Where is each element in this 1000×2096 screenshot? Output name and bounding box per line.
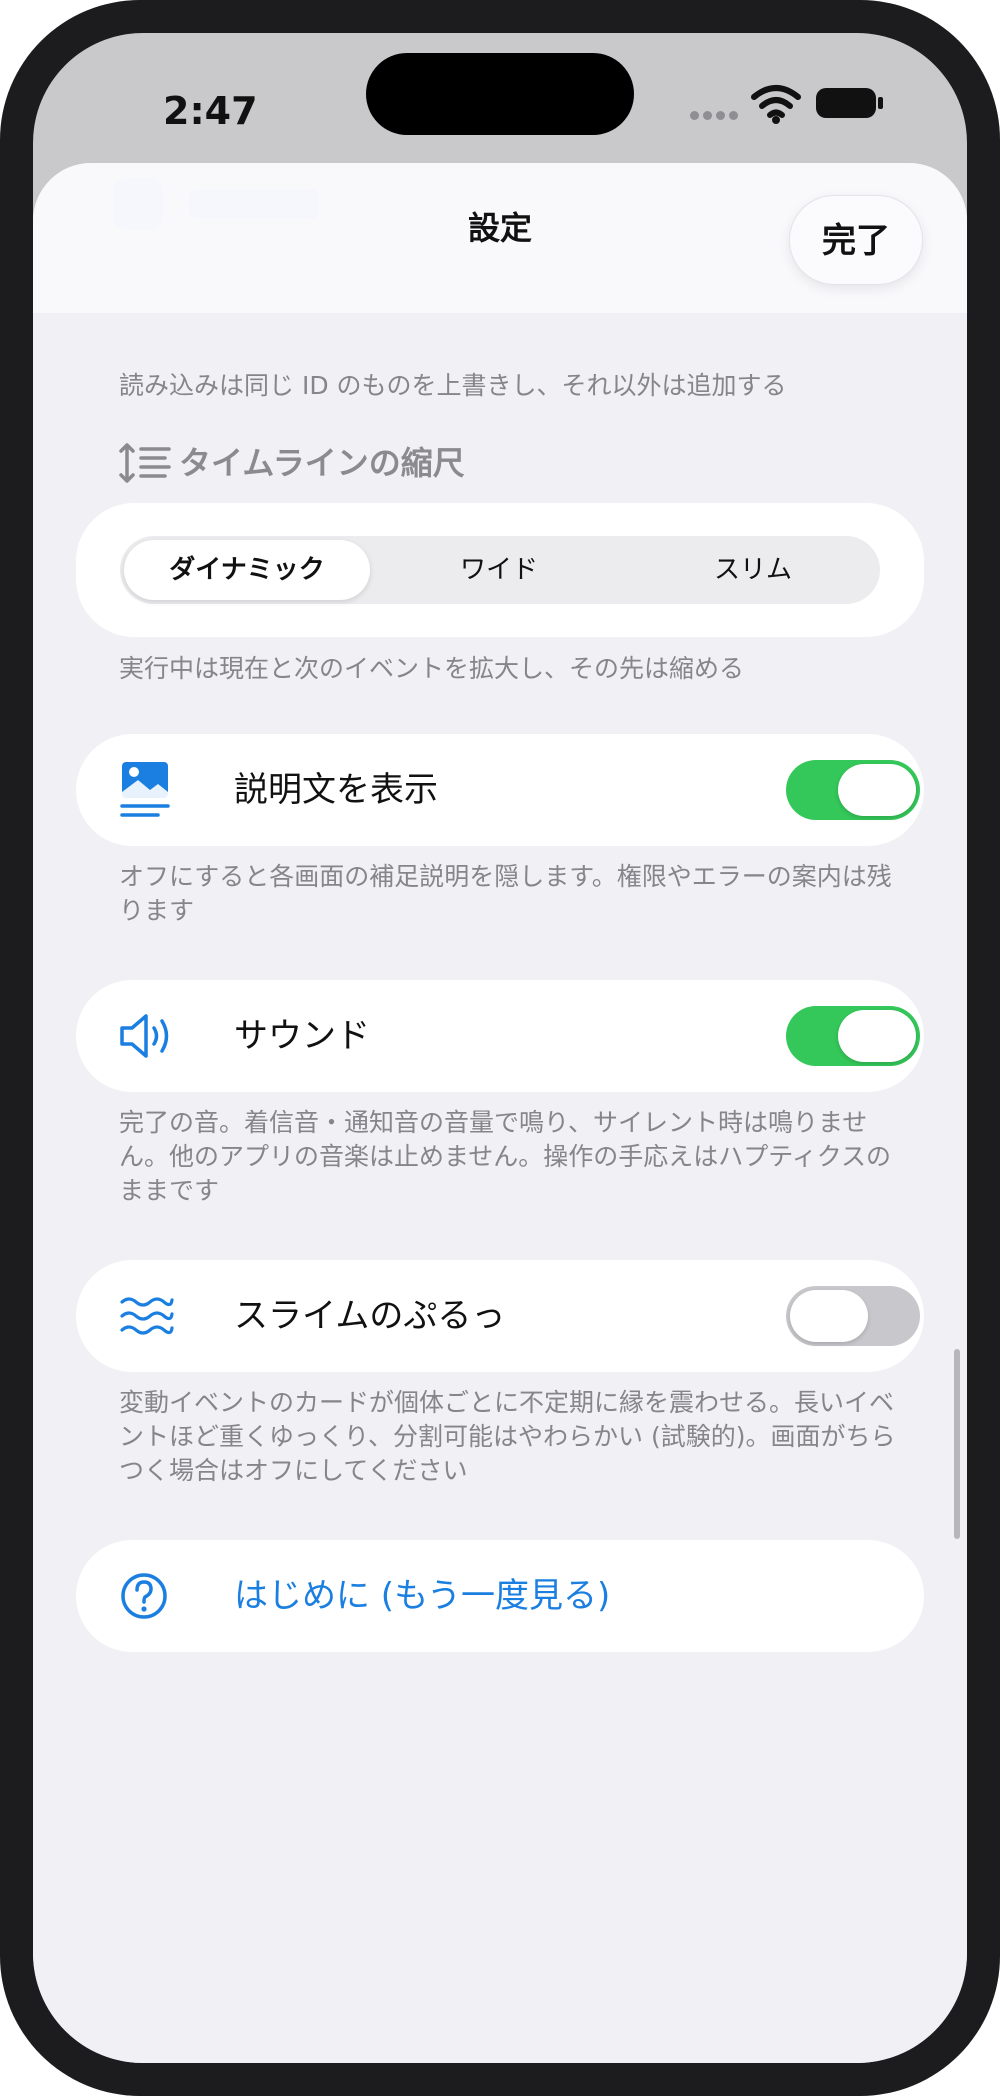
show-description-row: 説明文を表示 [76,734,924,846]
timeline-scale-segmented-control: ダイナミック ワイド スリム [120,536,880,604]
battery-icon [816,88,883,118]
wifi-icon [751,85,801,124]
show-description-toggle[interactable] [786,760,920,820]
waves-icon [120,1297,174,1335]
dynamic-island [366,53,634,135]
slime-wobble-label: スライムのぷるっ [234,1296,506,1336]
timeline-scale-description: 実行中は現在と次のイベントを拡大し、その先は縮める [119,654,745,683]
show-description-label: 説明文を表示 [234,770,438,810]
sound-toggle[interactable] [786,1006,920,1066]
slime-wobble-help: 変動イベントのカードが個体ごとに不定期に縁を震わせる。長いイベントほど重くゆっく… [119,1388,896,1485]
segment-wide[interactable]: ワイド [376,540,622,600]
cellular-signal-icon [690,105,744,120]
sound-row: サウンド [76,980,924,1092]
question-circle-icon [121,1573,167,1619]
timeline-scale-icon [119,443,171,483]
show-description-help: オフにすると各画面の補足説明を隠します。権限やエラーの案内は残ります [119,862,892,925]
nav-bar: 設定 完了 [33,163,967,314]
slime-wobble-row: スライムのぷるっ [76,1260,924,1372]
segment-dynamic[interactable]: ダイナミック [124,540,370,600]
intro-label: はじめに (もう一度見る) [234,1576,611,1616]
timeline-scale-card: ダイナミック ワイド スリム [76,503,924,637]
phone-frame: 2:47 設定 完了 読み込みは同じ ID のものを上書きし、それ以外は追加する [0,0,1000,2096]
settings-sheet: 設定 完了 読み込みは同じ ID のものを上書きし、それ以外は追加する タイムラ… [33,163,967,2063]
sheet-title: 設定 [467,209,532,247]
sound-help: 完了の音。着信音・通知音の音量で鳴り、サイレント時は鳴りません。他のアプリの音楽… [119,1108,892,1205]
sound-label: サウンド [234,1016,370,1056]
segment-slim[interactable]: スリム [630,540,876,600]
scroll-indicator[interactable] [954,1349,960,1539]
backup-description: 読み込みは同じ ID のものを上書きし、それ以外は追加する [119,371,787,400]
timeline-scale-title: タイムラインの縮尺 [179,444,465,482]
intro-row[interactable]: はじめに (もう一度見る) [76,1540,924,1652]
picture-text-icon [120,762,170,817]
speaker-icon [120,1014,169,1058]
status-time: 2:47 [163,89,258,133]
timeline-scale-header: タイムラインの縮尺 [119,433,719,493]
screen: 2:47 設定 完了 読み込みは同じ ID のものを上書きし、それ以外は追加する [33,33,967,2063]
slime-wobble-toggle[interactable] [786,1286,920,1346]
done-button[interactable]: 完了 [789,195,923,285]
